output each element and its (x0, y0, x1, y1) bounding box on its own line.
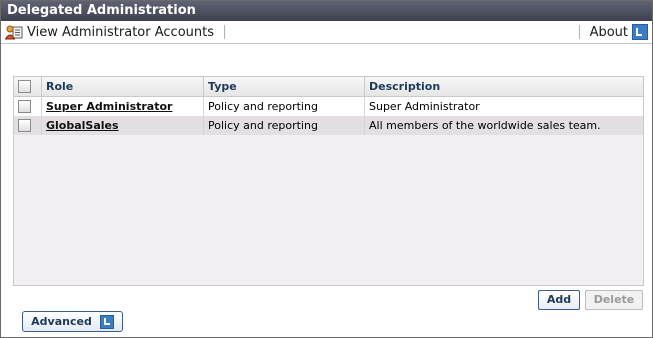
view-accounts-label: View Administrator Accounts (27, 24, 214, 40)
expand-icon (632, 24, 648, 40)
window: Delegated Administration View Administra… (0, 0, 653, 338)
role-link[interactable]: Super Administrator (46, 100, 172, 113)
expand-icon (99, 314, 114, 329)
row-checkbox[interactable] (18, 100, 31, 114)
add-button[interactable]: Add (538, 290, 580, 310)
toolbar-divider (578, 25, 580, 39)
select-all-cell (14, 77, 42, 97)
column-header-role[interactable]: Role (41, 77, 204, 97)
administrator-accounts-icon (4, 24, 23, 40)
type-cell: Policy and reporting (203, 116, 365, 135)
toolbar-divider (224, 25, 225, 39)
about-label: About (589, 24, 628, 40)
table-row[interactable]: GlobalSales Policy and reporting All mem… (14, 116, 643, 135)
column-header-type[interactable]: Type (203, 77, 365, 97)
description-cell: Super Administrator (364, 96, 643, 116)
select-all-checkbox[interactable] (18, 80, 31, 94)
window-title: Delegated Administration (1, 1, 652, 21)
table-row[interactable]: Super Administrator Policy and reporting… (14, 96, 643, 116)
row-select-cell (14, 96, 42, 116)
description-cell: All members of the worldwide sales team. (364, 116, 643, 135)
table-header-row: Role Type Description (14, 77, 643, 97)
role-cell: GlobalSales (41, 116, 204, 135)
about-link[interactable]: About (578, 22, 648, 42)
advanced-button[interactable]: Advanced (22, 311, 123, 332)
delete-button[interactable]: Delete (585, 290, 643, 310)
view-accounts-link[interactable]: View Administrator Accounts (4, 22, 225, 42)
advanced-label: Advanced (31, 315, 92, 328)
row-checkbox[interactable] (18, 119, 31, 133)
toolbar: View Administrator Accounts About (1, 21, 652, 44)
row-select-cell (14, 116, 42, 135)
type-cell: Policy and reporting (203, 96, 365, 116)
role-link[interactable]: GlobalSales (46, 119, 119, 132)
column-header-description[interactable]: Description (364, 77, 643, 97)
role-cell: Super Administrator (41, 96, 204, 116)
roles-table: Role Type Description Super Administrato… (13, 76, 644, 286)
